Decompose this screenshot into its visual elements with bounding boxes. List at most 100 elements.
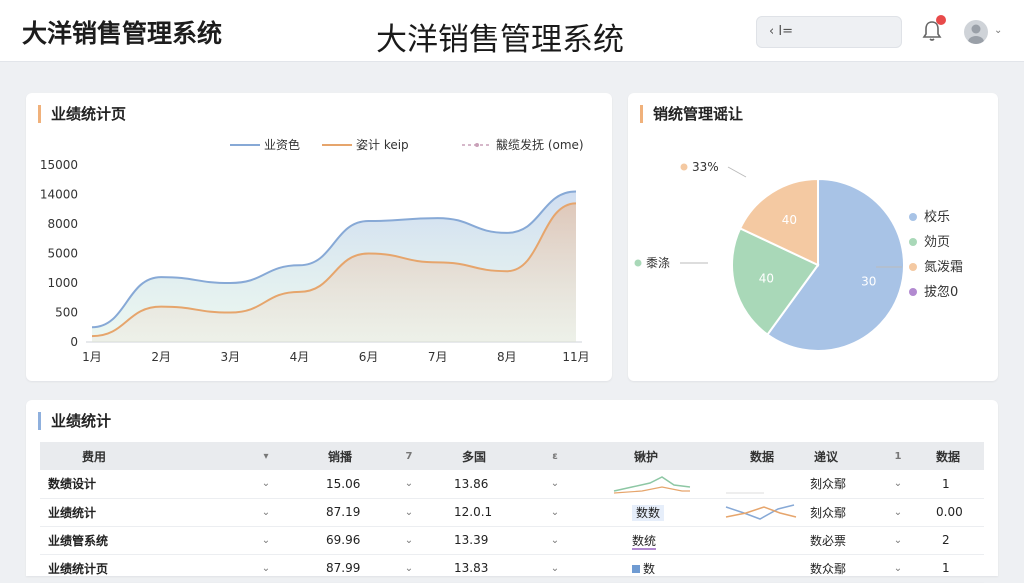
row-dropdown-icon[interactable]: ⌄ <box>236 498 296 527</box>
user-icon <box>968 24 984 44</box>
y-tick-label: 14000 <box>40 188 78 202</box>
pie-legend-swatch <box>909 263 917 271</box>
y-tick-label: 5000 <box>47 247 78 261</box>
row-dropdown-icon[interactable]: ⌄ <box>526 498 584 527</box>
y-tick-label: 500 <box>55 306 78 320</box>
row-tag: 刻众鄢 <box>804 470 874 499</box>
row-dropdown-icon[interactable]: ⌄ <box>874 498 922 527</box>
notification-badge <box>936 15 946 25</box>
avatar[interactable] <box>964 20 988 44</box>
x-tick-label: 7月 <box>428 350 448 364</box>
row-dropdown-icon[interactable]: ⌄ <box>236 526 296 555</box>
pie-outer-label-top: 33% <box>692 160 719 174</box>
pie-slice-label: 40 <box>759 271 774 285</box>
row-dropdown-icon[interactable]: ⌄ <box>526 554 584 583</box>
row-tag: 数众鄢 <box>804 554 874 583</box>
row-tag-cell: 数统 <box>584 526 724 555</box>
row-value-b: 13.39 <box>438 526 526 555</box>
table-row[interactable]: 数绩设计 ⌄ 15.06 ⌄ 13.86 ⌄ 刻众鄢 ⌄ 1 <box>40 470 984 499</box>
sparkline-chart <box>725 504 797 520</box>
column-header[interactable]: 费用 <box>40 442 236 470</box>
chevron-down-icon[interactable]: ⌄ <box>994 25 1002 36</box>
table-header-row: 费用 ▾ 销播 7 多国 ɛ 锹护 数据 递议 1 数据 <box>40 442 984 470</box>
table-title: 业绩统计 <box>38 412 111 430</box>
row-value-a: 87.99 <box>296 554 380 583</box>
table-card: 业绩统计 费用 ▾ 销播 7 多国 ɛ 锹护 数据 递议 1 数据 数绩设计 ⌄… <box>26 400 998 583</box>
pie-chart: 30 40 40 33% 黍涤 校乐効页氮泼霜拔忽0 <box>634 160 963 352</box>
legend-label-series-3: 黻缆发抚 (ome) <box>496 137 584 152</box>
row-dropdown-icon[interactable]: ⌄ <box>874 470 922 499</box>
row-dropdown-icon[interactable]: ⌄ <box>236 554 296 583</box>
row-dropdown-icon[interactable]: ⌄ <box>526 470 584 499</box>
column-header[interactable]: 锹护 <box>584 442 724 470</box>
row-name: 数绩设计 <box>40 470 236 499</box>
row-dropdown-icon[interactable]: ⌄ <box>380 526 438 555</box>
column-sort-icon[interactable]: 1 <box>874 442 922 470</box>
row-value-b: 13.83 <box>438 554 526 583</box>
data-table: 费用 ▾ 销播 7 多国 ɛ 锹护 数据 递议 1 数据 数绩设计 ⌄ 15.0… <box>40 442 984 583</box>
row-tag: 刻众鄢 <box>804 498 874 527</box>
pie-legend-swatch <box>909 288 917 296</box>
row-value-a: 15.06 <box>296 470 380 499</box>
pie-legend-label: 拔忽0 <box>924 285 958 300</box>
row-dropdown-icon[interactable]: ⌄ <box>526 526 584 555</box>
column-header[interactable]: 数据 <box>922 442 984 470</box>
y-tick-label: 8000 <box>47 217 78 231</box>
pie-legend-swatch <box>909 238 917 246</box>
row-dropdown-icon[interactable]: ⌄ <box>236 470 296 499</box>
row-tag: 数统 <box>632 533 657 550</box>
sparkline-chart <box>726 492 764 494</box>
table-row[interactable]: 业绩统计页 ⌄ 87.99 ⌄ 13.83 ⌄ 数 数众鄢 ⌄ 1 <box>40 554 984 583</box>
search-input[interactable]: ‹ I= <box>756 16 902 48</box>
pie-leader-line-top <box>727 166 747 178</box>
legend-dot-series-3 <box>475 143 479 147</box>
row-number: 1 <box>922 470 984 499</box>
sparkline-cell <box>584 470 724 499</box>
row-name: 业绩管系统 <box>40 526 236 555</box>
pie-legend-label: 氮泼霜 <box>924 260 963 275</box>
row-dropdown-icon[interactable]: ⌄ <box>874 554 922 583</box>
column-header[interactable]: 数据 <box>724 442 804 470</box>
row-name: 业绩统计页 <box>40 554 236 583</box>
sparkline-cell <box>724 498 804 527</box>
row-value-a: 69.96 <box>296 526 380 555</box>
row-dropdown-icon[interactable]: ⌄ <box>380 554 438 583</box>
column-header[interactable]: 销播 <box>296 442 380 470</box>
x-tick-label: 6月 <box>359 350 379 364</box>
sparkline-chart <box>613 475 691 494</box>
column-header[interactable]: 多国 <box>438 442 526 470</box>
row-tag: 数必票 <box>804 526 874 555</box>
line-chart-card: 业绩统计页 业资色 姿计 keip 黻缆发抚 (ome) 0 500 1000 500… <box>26 93 612 381</box>
row-value-b: 12.0.1 <box>438 498 526 527</box>
table-row[interactable]: 业绩统计 ⌄ 87.19 ⌄ 12.0.1 ⌄ 数数 刻众鄢 ⌄ 0.00 <box>40 498 984 527</box>
column-sort-icon[interactable]: 7 <box>380 442 438 470</box>
y-tick-label: 0 <box>70 335 78 349</box>
x-tick-label: 11月 <box>562 350 589 364</box>
row-number: 1 <box>922 554 984 583</box>
row-tag-cell: 数数 <box>584 498 724 527</box>
tag-square-icon <box>632 564 640 573</box>
column-header[interactable]: 递议 <box>804 442 874 470</box>
row-dropdown-icon[interactable]: ⌄ <box>380 470 438 499</box>
line-chart: 业资色 姿计 keip 黻缆发抚 (ome) 0 500 1000 5000 8000 1… <box>40 137 590 364</box>
row-dropdown-icon[interactable]: ⌄ <box>874 526 922 555</box>
sparkline-cell <box>724 470 804 499</box>
column-sort-icon[interactable]: ɛ <box>526 442 584 470</box>
row-number: 2 <box>922 526 984 555</box>
y-tick-label: 1000 <box>47 276 78 290</box>
pie-outer-dot-top <box>680 163 688 171</box>
pie-legend-label: 効页 <box>924 235 950 250</box>
y-tick-label: 15000 <box>40 158 78 172</box>
x-tick-label: 3月 <box>220 350 240 364</box>
x-tick-label: 1月 <box>82 350 102 364</box>
row-tag-cell: 数 <box>584 554 724 583</box>
x-tick-label: 2月 <box>151 350 171 364</box>
row-tag: 数数 <box>632 504 665 521</box>
row-dropdown-icon[interactable]: ⌄ <box>380 498 438 527</box>
row-name: 业绩统计 <box>40 498 236 527</box>
top-bar: 大洋销售管理系统 大洋销售管理系统 ‹ I= ⌄ <box>0 0 1024 62</box>
row-tag: 数 <box>643 561 656 576</box>
table-row[interactable]: 业绩管系统 ⌄ 69.96 ⌄ 13.39 ⌄ 数统 数必票 ⌄ 2 <box>40 526 984 555</box>
row-value-b: 13.86 <box>438 470 526 499</box>
column-sort-icon[interactable]: ▾ <box>236 442 296 470</box>
